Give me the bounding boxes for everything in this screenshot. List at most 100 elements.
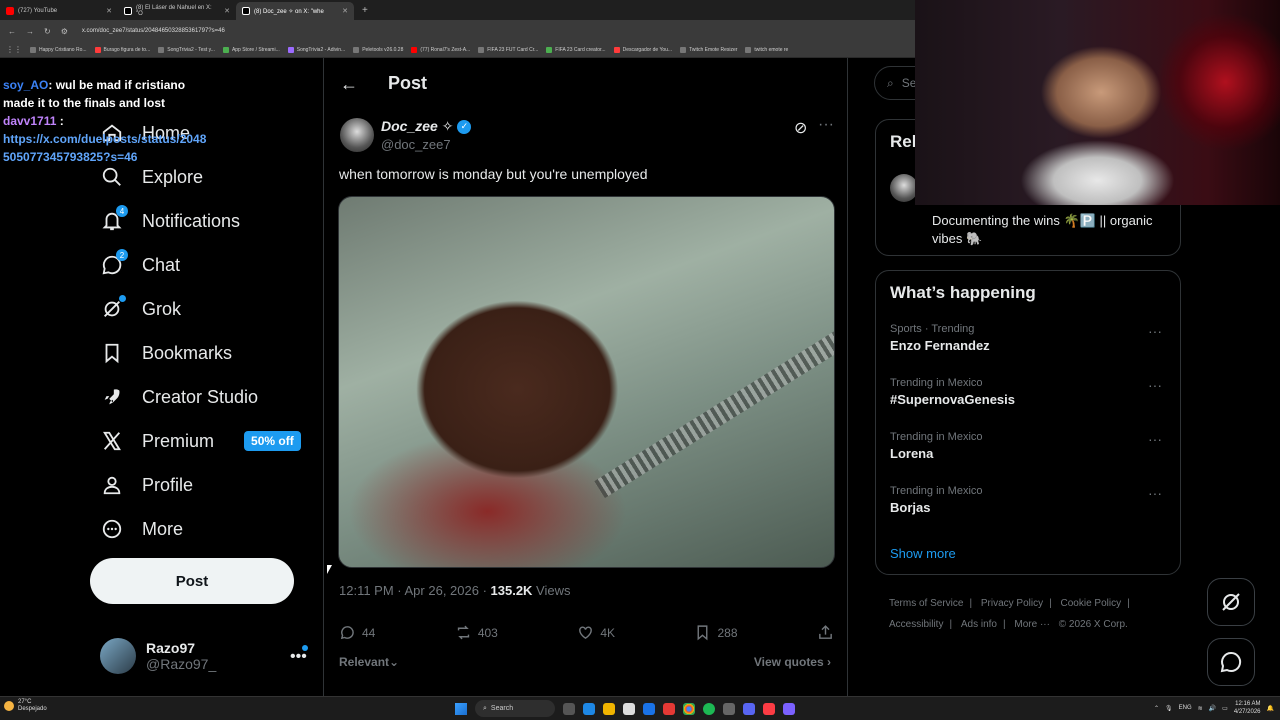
weather-widget[interactable]: 27°C Despejado [4, 699, 47, 713]
privacy-link[interactable]: Privacy Policy [981, 598, 1043, 609]
post-button[interactable]: Post [90, 558, 294, 604]
post-media-video[interactable] [338, 196, 835, 568]
trend-more-icon[interactable]: ··· [1148, 377, 1162, 393]
show-more-link[interactable]: Show more [890, 546, 956, 561]
nav-premium[interactable]: Premium 50% off [100, 426, 301, 456]
bookmark-item[interactable]: Descargador de You... [613, 46, 672, 53]
author-name[interactable]: Doc_zee ✧ ✓ [381, 118, 472, 135]
like-button[interactable]: 4K [577, 624, 615, 641]
trend-more-icon[interactable]: ··· [1148, 431, 1162, 447]
spotify-icon[interactable] [703, 702, 715, 715]
chat-link: https://x.com/duelposts/status/204850507… [3, 132, 207, 164]
settings-icon[interactable] [723, 702, 735, 715]
repost-button[interactable]: 403 [455, 624, 498, 641]
trend-more-icon[interactable]: ··· [1148, 485, 1162, 501]
file-explorer-icon[interactable] [603, 702, 615, 715]
back-icon[interactable]: ← [8, 27, 16, 36]
forward-icon[interactable]: → [26, 27, 34, 36]
post-more-icon[interactable]: ··· [818, 116, 834, 134]
trend-item[interactable]: Trending in Mexico Borjas ··· [890, 485, 1170, 515]
nav-explore[interactable]: Explore [100, 162, 203, 192]
mail-icon[interactable] [643, 702, 655, 715]
close-tab-icon[interactable]: ✕ [342, 7, 348, 15]
url-field[interactable]: x.com/doc_zee7/status/204846503288536179… [82, 28, 225, 34]
bookmark-item[interactable]: Burago figura de to... [94, 46, 150, 53]
footer-more-link[interactable]: More ··· [1014, 619, 1050, 630]
cookie-link[interactable]: Cookie Policy [1061, 598, 1122, 609]
repost-icon [457, 625, 469, 640]
relevant-person-avatar[interactable] [890, 174, 918, 202]
bookmark-item[interactable]: SongTrivia2 - Test y... [158, 46, 215, 53]
copyright: © 2026 X Corp. [1058, 619, 1128, 630]
browser-tab-x-2[interactable]: (8) Doc_zee ✧ on X: "whe ✕ [236, 2, 354, 20]
grok-icon[interactable]: ⊘ [794, 118, 807, 138]
windows-start-icon[interactable] [455, 702, 467, 715]
nav-bookmarks[interactable]: Bookmarks [100, 338, 232, 368]
nav-more[interactable]: More [100, 514, 183, 544]
notifications-badge: 4 [116, 205, 128, 217]
trend-item[interactable]: Trending in Mexico Lorena ··· [890, 431, 1170, 461]
language-indicator[interactable]: ENG [1179, 705, 1192, 711]
music-icon[interactable] [763, 702, 775, 715]
reply-sort-dropdown[interactable]: Relevant⌄ [339, 655, 399, 669]
taskbar-search[interactable]: ⌕ Search [475, 700, 555, 717]
bookmark-item[interactable]: (77) Ronal7's Zest-A... [411, 46, 470, 53]
bookmark-item[interactable]: SongTrivia2 - Adivin... [287, 46, 345, 53]
site-info-icon[interactable]: ⚙ [61, 27, 68, 36]
trend-item[interactable]: Sports · Trending Enzo Fernandez ··· [890, 323, 1170, 353]
notifications-icon[interactable]: 🔔 [1267, 705, 1274, 712]
terms-link[interactable]: Terms of Service [889, 598, 963, 609]
x-logo-icon [242, 7, 250, 15]
nav-creator-studio[interactable]: Creator Studio [100, 382, 258, 412]
bookmark-item[interactable]: Twitch Emote Resizer [680, 46, 737, 53]
account-switcher[interactable]: Razo97 @Razo97_ [100, 638, 216, 674]
youtube-icon [6, 7, 14, 15]
reload-icon[interactable]: ↻ [44, 27, 51, 36]
search-icon: ⌕ [887, 75, 894, 90]
ads-info-link[interactable]: Ads info [961, 619, 997, 630]
nav-grok[interactable]: Grok [100, 294, 181, 324]
chevron-up-icon[interactable]: ⌃ [1154, 705, 1159, 712]
view-quotes-link[interactable]: View quotes › [754, 655, 831, 669]
author-avatar[interactable] [340, 118, 374, 152]
trend-item[interactable]: Trending in Mexico #SupernovaGenesis ··· [890, 377, 1170, 407]
person-icon [100, 473, 124, 497]
close-tab-icon[interactable]: ✕ [224, 7, 230, 15]
messages-fab-button[interactable] [1207, 638, 1255, 686]
bookmark-button[interactable]: 288 [694, 624, 738, 641]
address-bar-row: ← → ↻ ⚙ x.com/doc_zee7/status/2048465032… [0, 20, 915, 42]
reply-button[interactable]: 44 [339, 624, 375, 641]
share-button[interactable] [817, 624, 834, 641]
app-icon[interactable] [783, 702, 795, 715]
bookmark-item[interactable]: FIFA 23 Card creator... [546, 46, 606, 53]
store-icon[interactable] [623, 702, 635, 715]
nav-profile[interactable]: Profile [100, 470, 193, 500]
browser-tab-youtube[interactable]: (727) YouTube ✕ [0, 2, 118, 20]
wifi-icon[interactable]: ≋ [1198, 705, 1203, 712]
bookmark-item[interactable]: Peletools v26.0.28 [353, 46, 403, 53]
apps-icon[interactable]: ⋮⋮ [6, 45, 22, 54]
discord-icon[interactable] [743, 702, 755, 715]
task-view-icon[interactable] [563, 702, 575, 715]
accessibility-link[interactable]: Accessibility [889, 619, 943, 630]
nav-notifications[interactable]: 4 Notifications [100, 205, 240, 236]
grok-fab-button[interactable] [1207, 578, 1255, 626]
bookmark-item[interactable]: Happy Cristiano Ro... [30, 46, 87, 53]
bookmark-item[interactable]: twitch emote re [745, 46, 788, 53]
volume-icon[interactable]: 🔊 [1209, 705, 1216, 712]
clock[interactable]: 12:16 AM 4/27/2026 [1234, 700, 1261, 716]
browser-tab-x-1[interactable]: (8) El Láser de Nahuel en X: "O ✕ [118, 2, 236, 20]
app-icon[interactable] [663, 702, 675, 715]
battery-icon[interactable]: ▭ [1222, 705, 1228, 712]
chrome-icon[interactable] [683, 702, 695, 715]
trend-more-icon[interactable]: ··· [1148, 323, 1162, 339]
close-tab-icon[interactable]: ✕ [106, 7, 112, 15]
nav-chat[interactable]: 2 Chat [100, 249, 180, 280]
bookmark-item[interactable]: App Store / Streami... [222, 46, 280, 53]
microphone-icon[interactable]: 🎙 [1165, 705, 1173, 712]
author-handle[interactable]: @doc_zee7 [381, 137, 451, 152]
new-tab-button[interactable]: + [362, 5, 368, 16]
bookmark-item[interactable]: FIFA 23 FUT Card Cr... [478, 46, 538, 53]
back-arrow-icon[interactable]: ← [340, 74, 358, 95]
edge-icon[interactable] [583, 702, 595, 715]
